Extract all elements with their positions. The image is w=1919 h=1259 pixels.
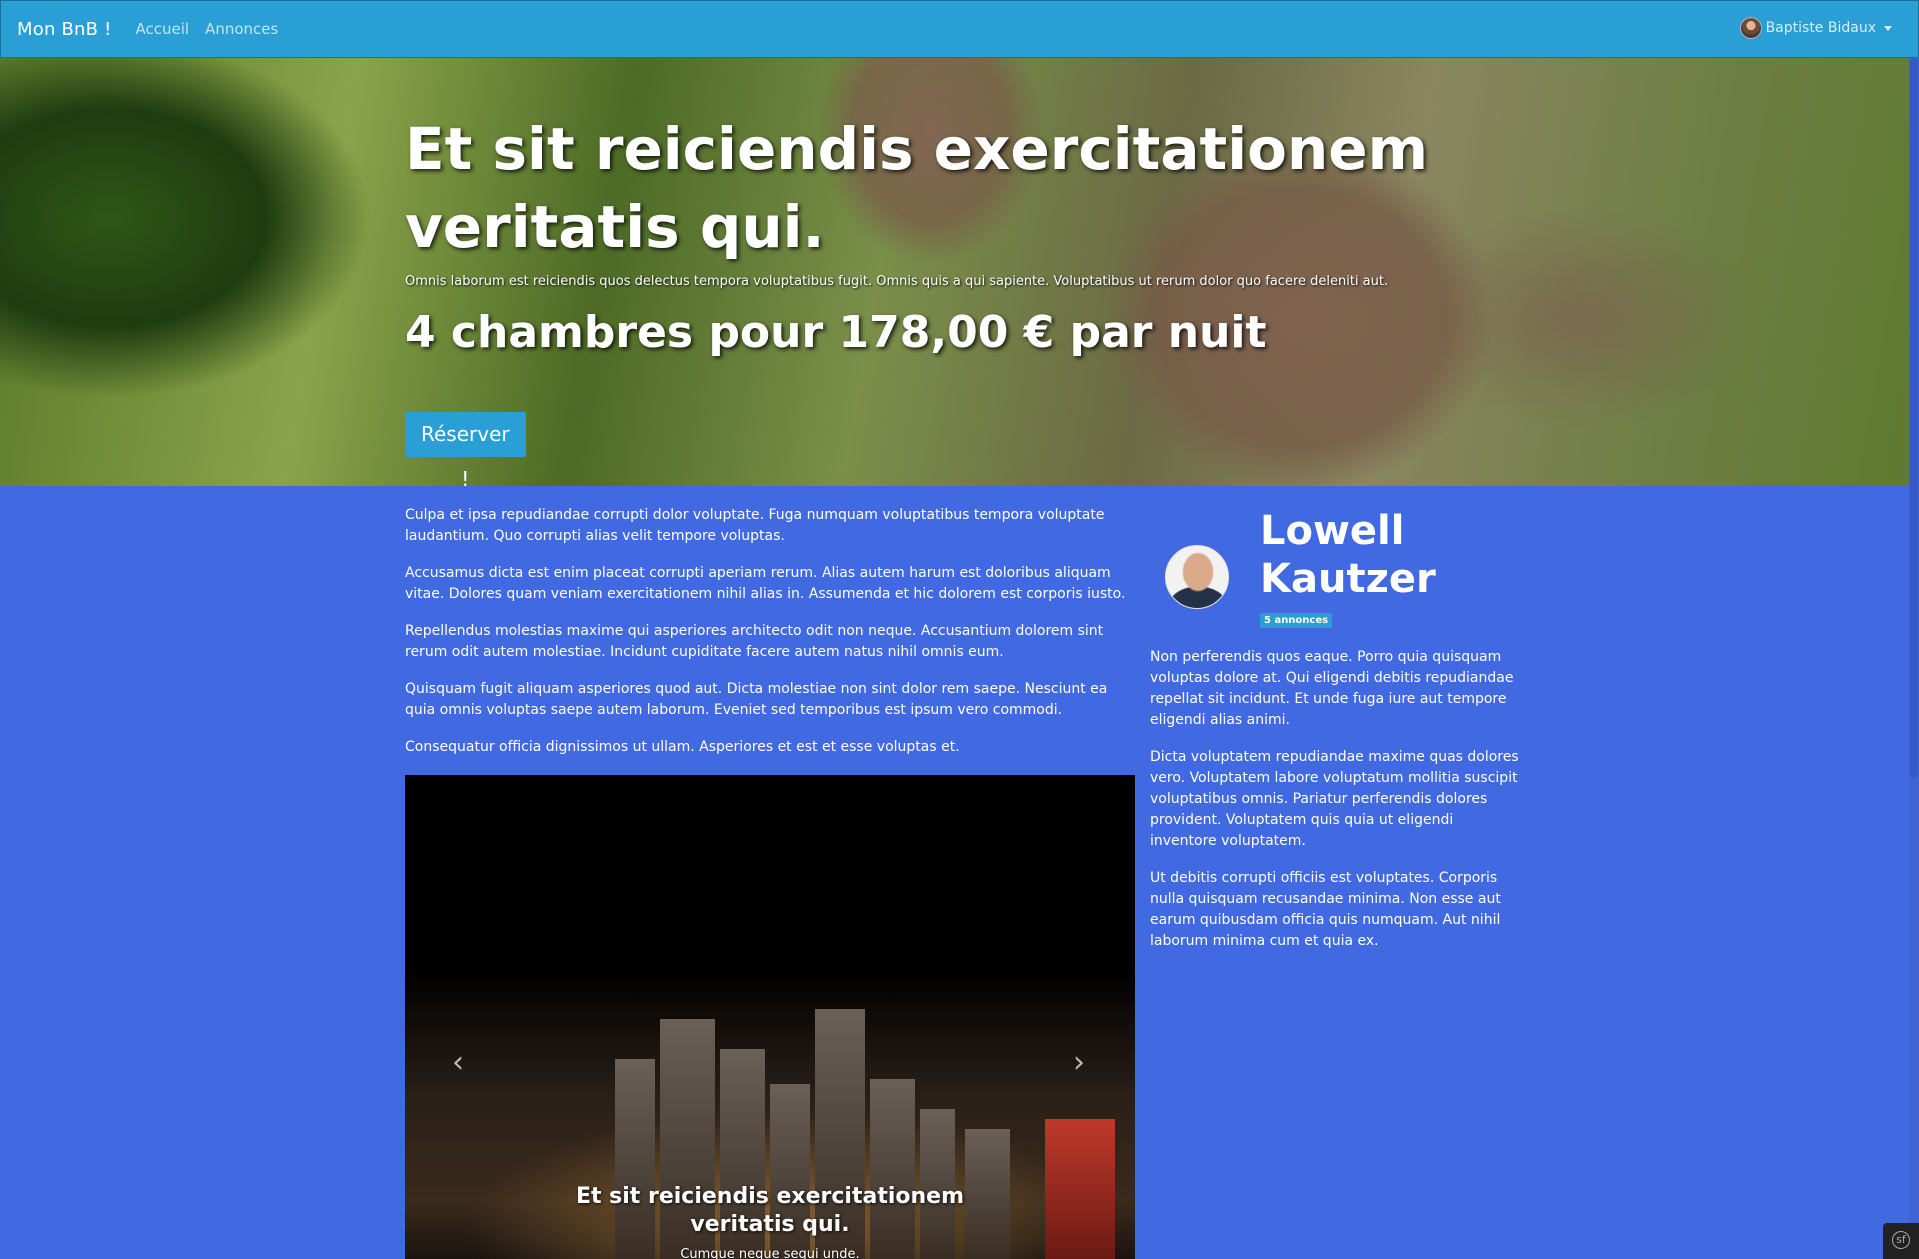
- owner-bio: Non perferendis quos eaque. Porro quia q…: [1150, 647, 1520, 968]
- owner-bio-paragraph: Dicta voluptatem repudiandae maxime quas…: [1150, 749, 1519, 849]
- symfony-icon: sf: [1892, 1231, 1910, 1249]
- listings-count-badge: 5 annonces: [1260, 613, 1333, 628]
- image-carousel[interactable]: ‹ › Et sit reiciendis exercitationem ver…: [405, 775, 1135, 1259]
- per-night-label: par nuit: [1069, 307, 1267, 358]
- user-avatar: [1739, 17, 1762, 39]
- rooms-count: 4 chambres: [405, 307, 694, 358]
- description-paragraph: Consequatur officia dignissimos ut ullam…: [405, 739, 960, 755]
- user-menu[interactable]: Baptiste Bidaux: [1739, 17, 1892, 39]
- chevron-down-icon: [1884, 25, 1892, 31]
- nav-link-annonces[interactable]: Annonces: [205, 20, 278, 38]
- carousel-caption-text: Cumque neque sequi unde.: [680, 1247, 860, 1259]
- owner-bio-paragraph: Ut debitis corrupti officiis est volupta…: [1150, 870, 1501, 949]
- navbar: Mon BnB ! Accueil Annonces Baptiste Bida…: [0, 0, 1919, 58]
- user-name: Baptiste Bidaux: [1765, 20, 1876, 36]
- brand-link[interactable]: Mon BnB !: [17, 19, 112, 40]
- scrollbar-thumb[interactable]: [1910, 58, 1918, 778]
- ad-description: Culpa et ipsa repudiandae corrupti dolor…: [405, 505, 1135, 774]
- ad-introduction: Omnis laborum est reiciendis quos delect…: [405, 274, 1389, 289]
- hero-content: Et sit reiciendis exercitationem veritat…: [405, 110, 1515, 358]
- description-paragraph: Quisquam fugit aliquam asperiores quod a…: [405, 681, 1108, 718]
- description-paragraph: Repellendus molestias maxime qui asperio…: [405, 623, 1104, 660]
- ad-price-line: 4 chambres pour 178,00 € par nuit: [405, 307, 1515, 358]
- reserve-button[interactable]: Réserver !: [405, 412, 526, 486]
- description-paragraph: Accusamus dicta est enim placeat corrupt…: [405, 565, 1126, 602]
- page-scrollbar[interactable]: [1909, 58, 1919, 1259]
- nav-link-accueil[interactable]: Accueil: [136, 20, 190, 38]
- owner-avatar[interactable]: [1165, 545, 1229, 609]
- carousel-prev-icon[interactable]: ‹: [452, 1045, 464, 1080]
- owner-bio-paragraph: Non perferendis quos eaque. Porro quia q…: [1150, 649, 1514, 728]
- description-paragraph: Culpa et ipsa repudiandae corrupti dolor…: [405, 507, 1105, 544]
- hero-banner: Et sit reiciendis exercitationem veritat…: [0, 58, 1919, 486]
- ad-title: Et sit reiciendis exercitationem veritat…: [405, 115, 1429, 261]
- owner-name[interactable]: Lowell Kautzer: [1260, 507, 1460, 603]
- carousel-next-icon[interactable]: ›: [1073, 1045, 1085, 1080]
- price-value: 178,00 €: [838, 307, 1055, 358]
- debug-toolbar-toggle[interactable]: sf: [1883, 1223, 1919, 1259]
- carousel-caption-title: Et sit reiciendis exercitationem veritat…: [575, 1184, 965, 1237]
- price-connector: pour: [708, 307, 824, 358]
